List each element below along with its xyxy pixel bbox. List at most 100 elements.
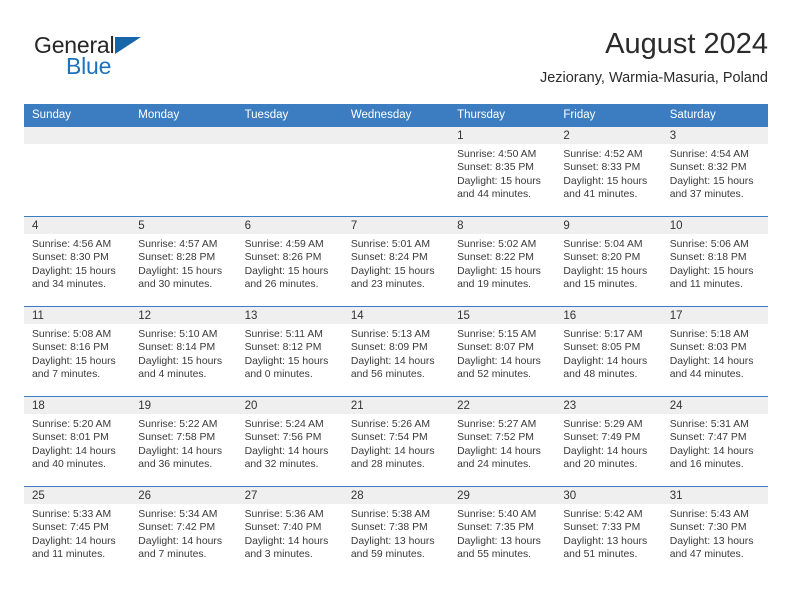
day-number: 19 (130, 397, 237, 414)
sunset-text: Sunset: 8:22 PM (457, 252, 534, 264)
day-details: Sunrise: 5:06 AM Sunset: 8:18 PM Daylight:… (662, 234, 768, 292)
day-details: Sunrise: 5:38 AM Sunset: 7:38 PM Daylight:… (343, 504, 449, 562)
sunrise-text: Sunrise: 5:36 AM (244, 509, 324, 520)
day-details: Sunrise: 5:20 AM Sunset: 8:01 PM Daylight:… (24, 414, 130, 472)
day-number (24, 127, 131, 144)
daylight-text-line1: Daylight: 15 hours (244, 355, 329, 367)
calendar-day-cell[interactable]: 20 Sunrise: 5:24 AM Sunset: 7:56 PM Dayligh… (236, 396, 343, 487)
day-number: 31 (661, 487, 768, 504)
daylight-text-line1: Daylight: 15 hours (138, 355, 223, 367)
calendar-page: General Blue August 2024 Jeziorany, Warm… (0, 0, 792, 612)
calendar-day-cell[interactable]: 21 Sunrise: 5:26 AM Sunset: 7:54 PM Dayligh… (342, 396, 450, 487)
sunrise-text: Sunrise: 5:01 AM (350, 239, 430, 250)
daylight-text-line2: and 26 minutes. (244, 279, 319, 291)
daylight-text-line1: Daylight: 15 hours (457, 265, 541, 277)
calendar-day-cell[interactable]: 13 Sunrise: 5:11 AM Sunset: 8:12 PM Dayligh… (236, 306, 343, 397)
calendar-day-cell[interactable]: 19 Sunrise: 5:22 AM Sunset: 7:58 PM Dayligh… (130, 396, 237, 487)
sunset-text: Sunset: 7:38 PM (350, 522, 428, 534)
day-number: 15 (449, 307, 556, 324)
calendar-day-cell[interactable]: 7 Sunrise: 5:01 AM Sunset: 8:24 PM Daylight… (342, 216, 450, 307)
calendar-day-cell[interactable]: 11 Sunrise: 5:08 AM Sunset: 8:16 PM Dayligh… (24, 306, 131, 397)
calendar-day-cell[interactable]: 10 Sunrise: 5:06 AM Sunset: 8:18 PM Dayligh… (661, 216, 768, 307)
daylight-text-line2: and 3 minutes. (244, 549, 313, 561)
sunrise-text: Sunrise: 5:31 AM (669, 419, 749, 430)
calendar-day-cell[interactable]: 22 Sunrise: 5:27 AM Sunset: 7:52 PM Dayligh… (449, 396, 556, 487)
daylight-text-line2: and 15 minutes. (563, 279, 638, 291)
sunrise-text: Sunrise: 5:04 AM (563, 239, 643, 250)
day-details: Sunrise: 5:17 AM Sunset: 8:05 PM Daylight:… (555, 324, 661, 382)
calendar-day-cell[interactable]: 9 Sunrise: 5:04 AM Sunset: 8:20 PM Daylight… (555, 216, 662, 307)
calendar-day-cell[interactable]: 30 Sunrise: 5:42 AM Sunset: 7:33 PM Dayligh… (555, 486, 662, 577)
calendar-day-cell[interactable]: 26 Sunrise: 5:34 AM Sunset: 7:42 PM Dayligh… (130, 486, 237, 577)
daylight-text-line1: Daylight: 14 hours (669, 445, 754, 457)
day-number (236, 127, 343, 144)
daylight-text-line2: and 32 minutes. (244, 459, 319, 471)
day-number: 18 (24, 397, 131, 414)
calendar-day-cell[interactable]: 15 Sunrise: 5:15 AM Sunset: 8:07 PM Dayligh… (449, 306, 556, 397)
sunset-text: Sunset: 7:45 PM (32, 522, 109, 534)
calendar-day-cell[interactable]: 8 Sunrise: 5:02 AM Sunset: 8:22 PM Daylight… (449, 216, 556, 307)
sunrise-text: Sunrise: 5:08 AM (32, 329, 112, 340)
daylight-text-line1: Daylight: 15 hours (32, 355, 116, 367)
sunrise-text: Sunrise: 5:42 AM (563, 509, 643, 520)
sunset-text: Sunset: 8:18 PM (669, 252, 747, 264)
calendar-day-cell[interactable]: 17 Sunrise: 5:18 AM Sunset: 8:03 PM Dayligh… (661, 306, 768, 397)
daylight-text-line2: and 30 minutes. (138, 279, 213, 291)
day-number: 6 (236, 217, 343, 234)
calendar-day-cell[interactable]: 5 Sunrise: 4:57 AM Sunset: 8:28 PM Daylight… (130, 216, 237, 307)
day-details: Sunrise: 5:33 AM Sunset: 7:45 PM Daylight:… (24, 504, 130, 562)
sunrise-text: Sunrise: 4:56 AM (32, 239, 112, 250)
calendar-day-cell[interactable]: 24 Sunrise: 5:31 AM Sunset: 7:47 PM Dayligh… (661, 396, 768, 487)
daylight-text-line1: Daylight: 14 hours (350, 355, 435, 367)
calendar-day-cell[interactable]: 6 Sunrise: 4:59 AM Sunset: 8:26 PM Daylight… (236, 216, 343, 307)
daylight-text-line1: Daylight: 13 hours (669, 535, 754, 547)
daylight-text-line1: Daylight: 14 hours (138, 535, 223, 547)
daylight-text-line2: and 59 minutes. (350, 549, 425, 561)
day-details: Sunrise: 5:24 AM Sunset: 7:56 PM Daylight:… (237, 414, 343, 472)
day-details: Sunrise: 5:42 AM Sunset: 7:33 PM Daylight:… (555, 504, 661, 562)
day-details: Sunrise: 5:08 AM Sunset: 8:16 PM Daylight:… (24, 324, 130, 382)
sunset-text: Sunset: 7:56 PM (244, 432, 322, 444)
daylight-text-line2: and 4 minutes. (138, 369, 207, 381)
calendar-day-cell[interactable]: 28 Sunrise: 5:38 AM Sunset: 7:38 PM Dayligh… (342, 486, 450, 577)
calendar-day-cell[interactable]: 3 Sunrise: 4:54 AM Sunset: 8:32 PM Daylight… (661, 126, 768, 217)
daylight-text-line2: and 40 minutes. (32, 459, 106, 471)
calendar-day-cell[interactable]: 12 Sunrise: 5:10 AM Sunset: 8:14 PM Dayligh… (130, 306, 237, 397)
day-number: 11 (24, 307, 131, 324)
calendar-day-cell[interactable]: 23 Sunrise: 5:29 AM Sunset: 7:49 PM Dayligh… (555, 396, 662, 487)
day-number: 2 (555, 127, 662, 144)
daylight-text-line1: Daylight: 15 hours (457, 175, 541, 187)
day-details: Sunrise: 4:56 AM Sunset: 8:30 PM Daylight:… (24, 234, 130, 292)
calendar-day-cell[interactable]: 31 Sunrise: 5:43 AM Sunset: 7:30 PM Dayligh… (661, 486, 768, 577)
daylight-text-line1: Daylight: 14 hours (138, 445, 223, 457)
day-number (342, 127, 450, 144)
sunrise-text: Sunrise: 4:59 AM (244, 239, 324, 250)
day-number: 23 (555, 397, 662, 414)
day-details: Sunrise: 4:57 AM Sunset: 8:28 PM Daylight:… (130, 234, 236, 292)
calendar-day-cell[interactable]: 4 Sunrise: 4:56 AM Sunset: 8:30 PM Daylight… (24, 216, 131, 307)
day-details: Sunrise: 5:29 AM Sunset: 7:49 PM Daylight:… (555, 414, 661, 472)
daylight-text-line2: and 11 minutes. (32, 549, 106, 561)
daylight-text-line1: Daylight: 14 hours (457, 355, 541, 367)
calendar-day-cell[interactable]: 29 Sunrise: 5:40 AM Sunset: 7:35 PM Dayligh… (449, 486, 556, 577)
daylight-text-line2: and 48 minutes. (563, 369, 638, 381)
calendar-day-cell[interactable]: 2 Sunrise: 4:52 AM Sunset: 8:33 PM Daylight… (555, 126, 662, 217)
daylight-text-line1: Daylight: 14 hours (457, 445, 541, 457)
generalblue-logo[interactable]: General Blue (34, 32, 234, 88)
calendar-day-cell[interactable]: 25 Sunrise: 5:33 AM Sunset: 7:45 PM Dayligh… (24, 486, 131, 577)
weekday-header-wednesday: Wednesday (342, 104, 450, 127)
calendar-day-cell[interactable]: 14 Sunrise: 5:13 AM Sunset: 8:09 PM Dayligh… (342, 306, 450, 397)
day-number: 8 (449, 217, 556, 234)
calendar-day-cell[interactable]: 1 Sunrise: 4:50 AM Sunset: 8:35 PM Daylight… (449, 126, 556, 217)
weekday-header-friday: Friday (555, 104, 662, 127)
daylight-text-line2: and 44 minutes. (669, 369, 744, 381)
sunrise-text: Sunrise: 4:50 AM (457, 149, 537, 160)
calendar-day-cell[interactable]: 27 Sunrise: 5:36 AM Sunset: 7:40 PM Dayligh… (236, 486, 343, 577)
daylight-text-line2: and 34 minutes. (32, 279, 106, 291)
day-number: 5 (130, 217, 237, 234)
sunset-text: Sunset: 8:33 PM (563, 162, 641, 174)
calendar-day-cell[interactable]: 16 Sunrise: 5:17 AM Sunset: 8:05 PM Dayligh… (555, 306, 662, 397)
daylight-text-line2: and 47 minutes. (669, 549, 744, 561)
day-details: Sunrise: 5:10 AM Sunset: 8:14 PM Daylight:… (130, 324, 236, 382)
calendar-day-cell[interactable]: 18 Sunrise: 5:20 AM Sunset: 8:01 PM Dayligh… (24, 396, 131, 487)
